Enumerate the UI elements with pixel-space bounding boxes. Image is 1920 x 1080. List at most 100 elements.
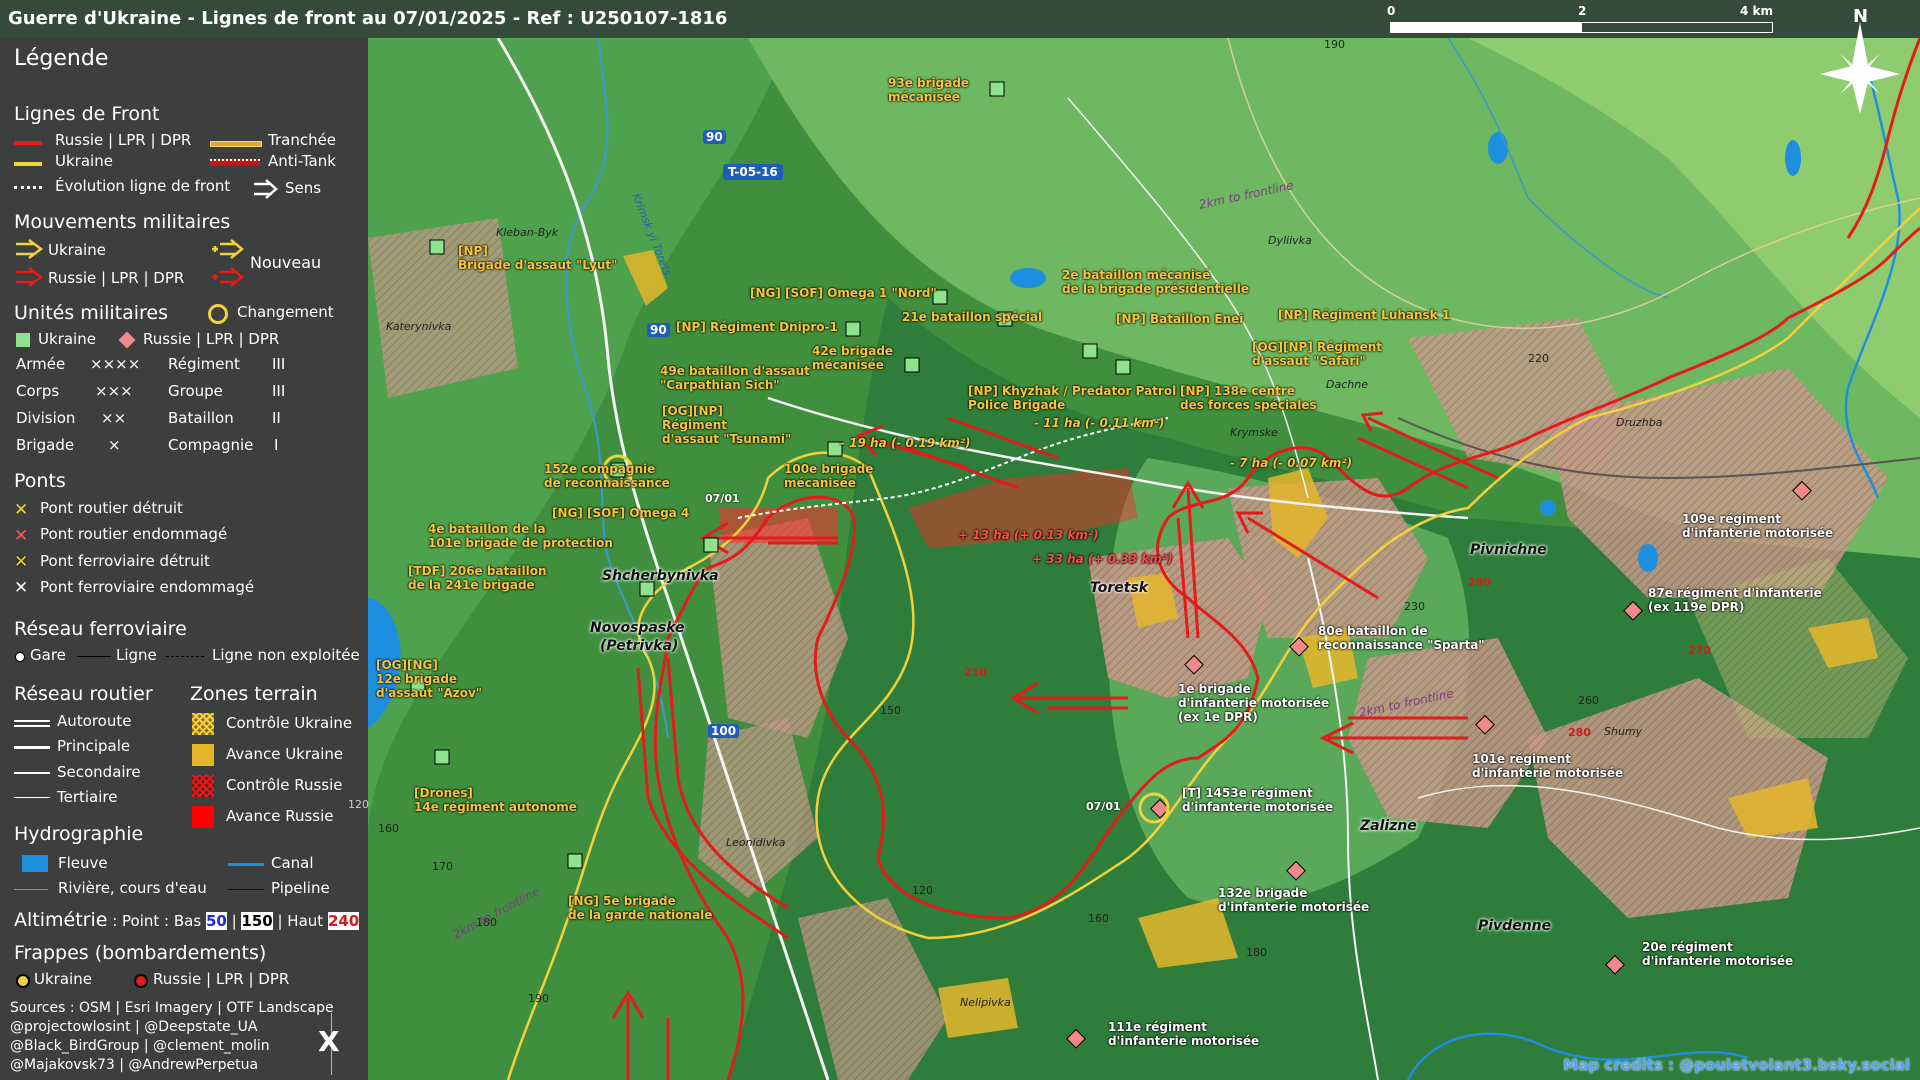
legend-front-trench: Tranchée [268, 131, 337, 149]
bridge-road-damaged-icon: ✕ [14, 526, 29, 546]
legend-rail-station: Gare [30, 646, 66, 664]
legend-road-tertiary: Tertiaire [57, 788, 118, 806]
map-credits: Map credits : @pouletvolant3.bsky.social [1563, 1056, 1910, 1074]
legend-front-russia: Russie | LPR | DPR [55, 131, 192, 149]
scale-bar: 0 2 4 km [1385, 4, 1775, 34]
rail-unused-swatch [166, 656, 204, 657]
zone-ukraine-advance-swatch [192, 744, 214, 766]
legend-zone-russia-control: Contrôle Russie [226, 776, 343, 794]
ukr-unit-label-luhansk1: [NP] Régiment Luhansk 1 [1278, 308, 1451, 322]
ukr-unit-label-enei: [NP] Bataillon Enei [1116, 312, 1244, 326]
legend-units-ukraine: Ukraine [38, 330, 96, 348]
town-petrivka: (Petrivka) [600, 638, 679, 654]
hydro-title: Hydrographie [14, 823, 144, 845]
village-krymske: Krymske [1230, 426, 1278, 439]
town-shcherbynivka: Shcherbynivka [602, 568, 719, 584]
ukr-unit-label-93: 93e brigade mécanisée [888, 76, 970, 104]
ukr-unit-label-21bat: 21e bataillon spécial [902, 310, 1043, 324]
ukr-unit-label-omega1: [NG] [SOF] Omega 1 "Nord" [750, 286, 937, 300]
ukraine-line-swatch [14, 162, 42, 166]
north-label: N [1853, 6, 1869, 27]
town-pivdenne: Pivdenne [1478, 918, 1552, 934]
russia-move-arrow-icon [14, 266, 44, 292]
rus-unit-label-101: 101e régiment d'infanterie motorisée [1472, 752, 1624, 780]
elev-170: 170 [432, 860, 453, 873]
ukr-unit-label-azov: [OG][NG] 12e brigade d'assaut "Azov" [376, 658, 483, 700]
ukr-unit-label-206: [TDF] 206e bataillon de la 241e brigade [408, 564, 547, 592]
direction-arrow-icon [252, 178, 280, 204]
town-zalizne: Zalizne [1360, 818, 1417, 834]
elev-270: 270 [1688, 644, 1711, 657]
zone-ukraine-control-swatch [192, 713, 214, 735]
unit-14reg-icon [434, 749, 450, 765]
unit-row-2-b-sym: III [272, 382, 286, 400]
unit-row-3-a: Division [16, 409, 76, 427]
rus-unit-label-109: 109e régiment d'infanterie motorisée [1682, 512, 1834, 540]
sources-line-2: @projectowlosint | @Deepstate_UA [10, 1019, 258, 1035]
lake-dyliivka [1488, 132, 1508, 164]
unit-206-icon [639, 581, 655, 597]
altitude-sep2: | Haut [272, 912, 328, 930]
title-bar: Guerre d'Ukraine - Lignes de front au 07… [0, 0, 1920, 38]
scale-label-2: 2 [1578, 4, 1587, 18]
elev-160-s: 160 [1088, 912, 1109, 925]
ukr-unit-label-100: 100e brigade mécanisée [784, 462, 874, 490]
river-swatch [22, 855, 48, 872]
scale-label-4: 4 km [1740, 4, 1774, 18]
ukr-unit-label-138: [NP] 138e centre des forces spéciales [1180, 384, 1317, 412]
legend-rail-line: Ligne [116, 646, 157, 664]
secondary-road-swatch [14, 772, 50, 774]
town-novospaske: Novospaske [590, 620, 685, 636]
scale-segment-2 [1581, 22, 1773, 33]
unit-row-4-a-sym: × [108, 436, 121, 454]
altitude-title: Altimétrie [14, 909, 108, 931]
tertiary-road-swatch [14, 797, 50, 798]
new-russia-arrow-icon [210, 266, 246, 292]
legend-strike-russia: Russie | LPR | DPR [153, 970, 290, 988]
unit-row-2-b: Groupe [168, 382, 223, 400]
zone-russia-control-swatch [192, 775, 214, 797]
sources-line-4: @Majakovsk73 | @AndrewPerpetua [10, 1057, 259, 1073]
rus-unit-label-80: 80e bataillon de reconnaissance "Sparta" [1318, 624, 1485, 652]
ukr-unit-label-khyzhak: [NP] Khyzhak / Predator Patrol Police Bri… [968, 384, 1177, 412]
ukr-unit-label-49bat: 49e bataillon d'assaut "Carpathian Sich" [660, 364, 810, 392]
elev-150: 150 [880, 704, 901, 717]
area-change-rus-1: + 13 ha (+ 0.13 km²) [958, 528, 1099, 542]
legend-hydro-canal: Canal [271, 854, 314, 872]
bridges-title: Ponts [14, 470, 66, 492]
unit-row-2-a: Corps [16, 382, 60, 400]
legend-move-ukraine: Ukraine [48, 241, 106, 259]
unit-row-4-b-sym: I [274, 436, 279, 454]
ukr-unit-label-42: 42e brigade mécanisée [812, 344, 894, 372]
ukr-unit-label-dnipro1: [NP] Régiment Dnipro-1 [676, 320, 838, 334]
lake-northeast [1785, 140, 1801, 176]
elev-260: 260 [1578, 694, 1599, 707]
unit-row-1-b-sym: III [272, 355, 286, 373]
legend-road-highway: Autoroute [57, 712, 132, 730]
main-road-swatch [14, 746, 50, 749]
unit-row-3-b: Bataillon [168, 409, 234, 427]
area-change-ukr-2: - 11 ha (- 0.11 km²) [1034, 416, 1165, 430]
new-ukraine-arrow-icon [210, 238, 246, 264]
legend-zone-russia-advance: Avance Russie [226, 807, 334, 825]
elev-120-legend-edge: 120 [348, 798, 369, 811]
ukr-unit-label-152: 152e compagnie de reconnaissance [544, 462, 670, 490]
units-title: Unités militaires [14, 302, 169, 324]
legend-strike-ukraine: Ukraine [34, 970, 92, 988]
village-shumy: Shumy [1604, 725, 1643, 738]
x-logo-icon[interactable]: X [318, 1025, 340, 1058]
bridge-rail-destroyed-icon: ✕ [14, 552, 29, 572]
bridge-rail-destroyed: Pont ferroviaire détruit [40, 552, 210, 570]
elev-190-sw: 190 [528, 992, 549, 1005]
unit-row-2-a-sym: ××× [95, 382, 133, 400]
unit-omega4-icon [703, 537, 719, 553]
scale-label-0: 0 [1387, 4, 1396, 18]
village-katerynivka: Katerynivka [386, 320, 452, 333]
map-canvas[interactable]: T-05-16 90 90 100 Toretsk Shcherbynivka … [348, 38, 1920, 1080]
legend-road-secondary: Secondaire [57, 763, 141, 781]
elev-190-n: 190 [1324, 38, 1345, 51]
altitude-row: Altimétrie : Point : Bas 50 | 150 | Haut… [14, 909, 360, 931]
unit-5ng-icon [567, 853, 583, 869]
elev-230: 230 [1404, 600, 1425, 613]
sources-line-1: Sources : OSM | Esri Imagery | OTF Lands… [10, 1000, 334, 1016]
